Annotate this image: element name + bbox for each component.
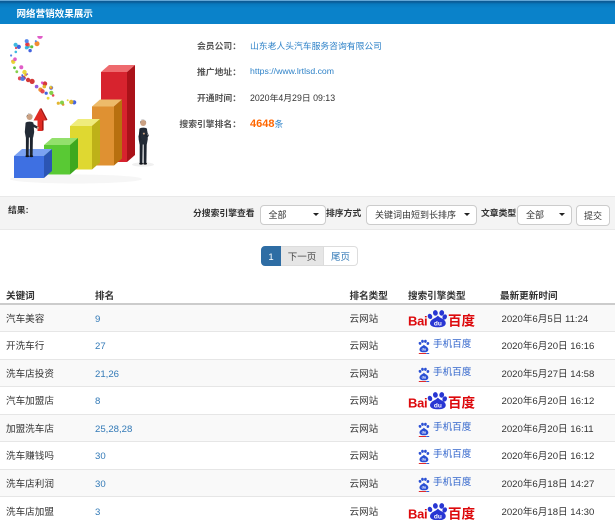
- svg-text:du: du: [422, 375, 427, 379]
- svg-text:百度: 百度: [448, 392, 475, 411]
- svg-text:du: du: [422, 458, 427, 462]
- svg-text:Bai: Bai: [408, 506, 427, 520]
- svg-text:du: du: [434, 513, 442, 520]
- svg-text:du: du: [434, 403, 442, 410]
- svg-text:du: du: [422, 430, 427, 434]
- svg-text:Bai: Bai: [408, 396, 427, 411]
- svg-text:du: du: [422, 485, 427, 489]
- svg-text:Bai: Bai: [408, 313, 427, 328]
- svg-text:du: du: [434, 320, 442, 327]
- svg-text:百度: 百度: [448, 503, 475, 520]
- svg-text:du: du: [422, 348, 427, 352]
- svg-text:百度: 百度: [448, 310, 475, 329]
